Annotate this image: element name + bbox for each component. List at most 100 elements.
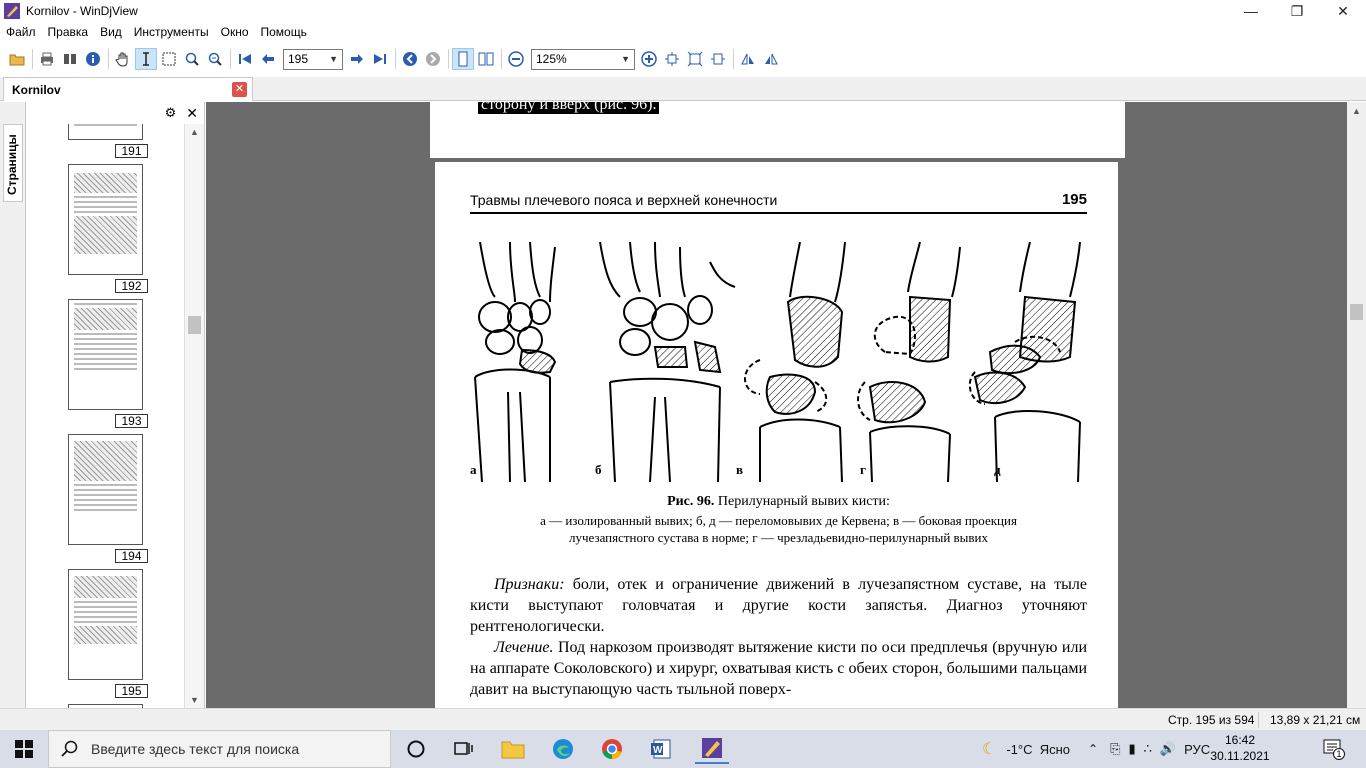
taskbar-search-box[interactable]: Введите здесь текст для поиска	[48, 730, 391, 768]
thumbnail-label: 194	[115, 549, 148, 563]
weather-moon-icon[interactable]: ☾	[982, 739, 996, 759]
page-number-combo[interactable]: 195 ▼	[283, 48, 343, 70]
usb-device-icon[interactable]: ⎘	[1110, 741, 1120, 757]
scroll-up-icon[interactable]: ▲	[1352, 106, 1361, 116]
close-tab-icon[interactable]: ✕	[232, 82, 247, 97]
sidebar-tabs: Страницы	[0, 102, 26, 708]
status-separator	[1258, 712, 1259, 728]
thumbnail-page[interactable]	[68, 569, 143, 680]
zoom-tool-icon[interactable]	[181, 48, 203, 70]
paragraph-treatment-text: Под наркозом производят вытяжение кисти …	[470, 639, 1087, 698]
menu-window[interactable]: Окно	[215, 22, 255, 43]
windjview-taskbar-icon[interactable]	[695, 734, 729, 764]
rect-select-tool-icon[interactable]	[158, 48, 180, 70]
tab-pages[interactable]: Страницы	[3, 124, 23, 202]
previous-page-icon[interactable]	[257, 48, 279, 70]
selected-text: сторону и вверх (рис. 96).	[478, 102, 660, 114]
thumbnail-label: 191	[115, 144, 148, 158]
thumbnail-page[interactable]	[68, 299, 143, 410]
facing-pages-layout-icon[interactable]	[475, 48, 497, 70]
scrollbar-thumb[interactable]	[1350, 304, 1363, 320]
thumbnail-page[interactable]	[68, 164, 143, 275]
thumbnail-page[interactable]	[68, 434, 143, 545]
close-button[interactable]: ✕	[1320, 0, 1366, 22]
minimize-button[interactable]: —	[1228, 0, 1274, 22]
info-icon[interactable]	[82, 48, 104, 70]
sidebar-scrollbar[interactable]: ▲ ▼	[184, 124, 204, 708]
zoom-combo[interactable]: 125% ▼	[531, 48, 635, 70]
figure-label-v: в	[736, 462, 744, 477]
menu-view[interactable]: Вид	[94, 22, 128, 43]
single-page-layout-icon[interactable]	[452, 48, 474, 70]
fit-page-icon[interactable]	[684, 48, 706, 70]
zoom-in-icon[interactable]	[638, 48, 660, 70]
windows-taskbar: Введите здесь текст для поиска W ☾ -1°C …	[0, 730, 1366, 768]
actual-size-icon[interactable]	[661, 48, 683, 70]
running-head: Травмы плечевого пояса и верхней конечно…	[470, 192, 778, 208]
scroll-up-icon[interactable]: ▲	[190, 127, 199, 137]
maximize-button[interactable]: ❐	[1274, 0, 1320, 22]
edge-browser-icon[interactable]	[548, 734, 578, 764]
document-tab[interactable]: Kornilov ✕	[3, 77, 253, 101]
figure-label-g: г	[860, 462, 866, 477]
open-folder-icon[interactable]	[6, 48, 28, 70]
cortana-icon[interactable]	[401, 734, 431, 764]
first-page-icon[interactable]	[234, 48, 256, 70]
zoom-out-icon[interactable]	[505, 48, 527, 70]
forward-icon[interactable]	[422, 48, 444, 70]
toolbar-separator	[501, 49, 502, 69]
chevron-down-icon: ▼	[621, 54, 630, 64]
page-thumbnails-panel: ⚙ ✕ 191 192 193 194 195 ▲ ▼	[27, 102, 205, 708]
find-icon[interactable]	[59, 48, 81, 70]
weather-text[interactable]: -1°C Ясно	[1006, 742, 1070, 757]
chevron-up-icon[interactable]: ⌃	[1088, 742, 1098, 756]
menu-edit[interactable]: Правка	[42, 22, 95, 43]
search-icon	[61, 740, 78, 757]
zoom-value: 125%	[536, 52, 567, 66]
rotate-left-icon[interactable]	[737, 48, 759, 70]
menu-tools[interactable]: Инструменты	[128, 22, 215, 43]
caption-number: Рис. 96.	[667, 494, 715, 509]
language-indicator[interactable]: РУС	[1184, 742, 1210, 757]
figure-label-b: б	[595, 462, 602, 477]
start-button[interactable]	[0, 730, 48, 768]
menu-help[interactable]: Помощь	[255, 22, 313, 43]
status-page-size: 13,89 x 21,21 см	[1270, 713, 1361, 727]
settings-gear-icon[interactable]: ⚙	[165, 105, 177, 121]
text-select-tool-icon[interactable]	[135, 48, 157, 70]
toolbar-separator	[395, 49, 396, 69]
scroll-down-icon[interactable]: ▼	[190, 695, 199, 705]
back-icon[interactable]	[399, 48, 421, 70]
clock-date: 30.11.2021	[1210, 749, 1270, 763]
next-page-icon[interactable]	[346, 48, 368, 70]
fit-width-icon[interactable]	[707, 48, 729, 70]
battery-icon[interactable]: ▮	[1128, 741, 1135, 757]
scrollbar-thumb[interactable]	[188, 316, 201, 334]
document-view[interactable]: сторону и вверх (рис. 96). Травмы плечев…	[206, 102, 1347, 708]
rotate-right-icon[interactable]	[760, 48, 782, 70]
thumbnail-label: 192	[115, 279, 148, 293]
clock[interactable]: 16:42 30.11.2021	[1210, 732, 1270, 764]
document-scrollbar[interactable]: ▲	[1347, 102, 1366, 708]
wifi-icon[interactable]: ∴	[1144, 741, 1152, 757]
task-view-icon[interactable]	[448, 734, 478, 764]
hand-tool-icon[interactable]	[112, 48, 134, 70]
word-app-icon[interactable]: W	[646, 734, 676, 764]
chrome-browser-icon[interactable]	[597, 734, 627, 764]
volume-icon[interactable]: 🔊	[1160, 741, 1176, 757]
menu-file[interactable]: Файл	[0, 22, 42, 43]
notification-center-icon[interactable]: 1	[1322, 738, 1345, 760]
system-tray: ☾ -1°C Ясно ⌃ ⎘ ▮ ∴ 🔊 РУС	[982, 730, 1210, 768]
file-explorer-icon[interactable]	[498, 734, 528, 764]
print-icon[interactable]	[36, 48, 58, 70]
zoom-rect-icon[interactable]	[204, 48, 226, 70]
last-page-icon[interactable]	[369, 48, 391, 70]
page-header: Травмы плечевого пояса и верхней конечно…	[470, 191, 1087, 214]
tab-pages-label: Страницы	[5, 134, 19, 195]
caption-line-2: лучезапястного сустава в норме; г — чрез…	[568, 530, 989, 545]
toolbar-separator	[230, 49, 231, 69]
close-panel-icon[interactable]: ✕	[186, 105, 198, 122]
notification-count-badge: 1	[1333, 748, 1345, 760]
body-text: Признаки: боли, отек и ограничение движе…	[470, 574, 1087, 700]
thumbnail-page[interactable]	[68, 124, 143, 140]
